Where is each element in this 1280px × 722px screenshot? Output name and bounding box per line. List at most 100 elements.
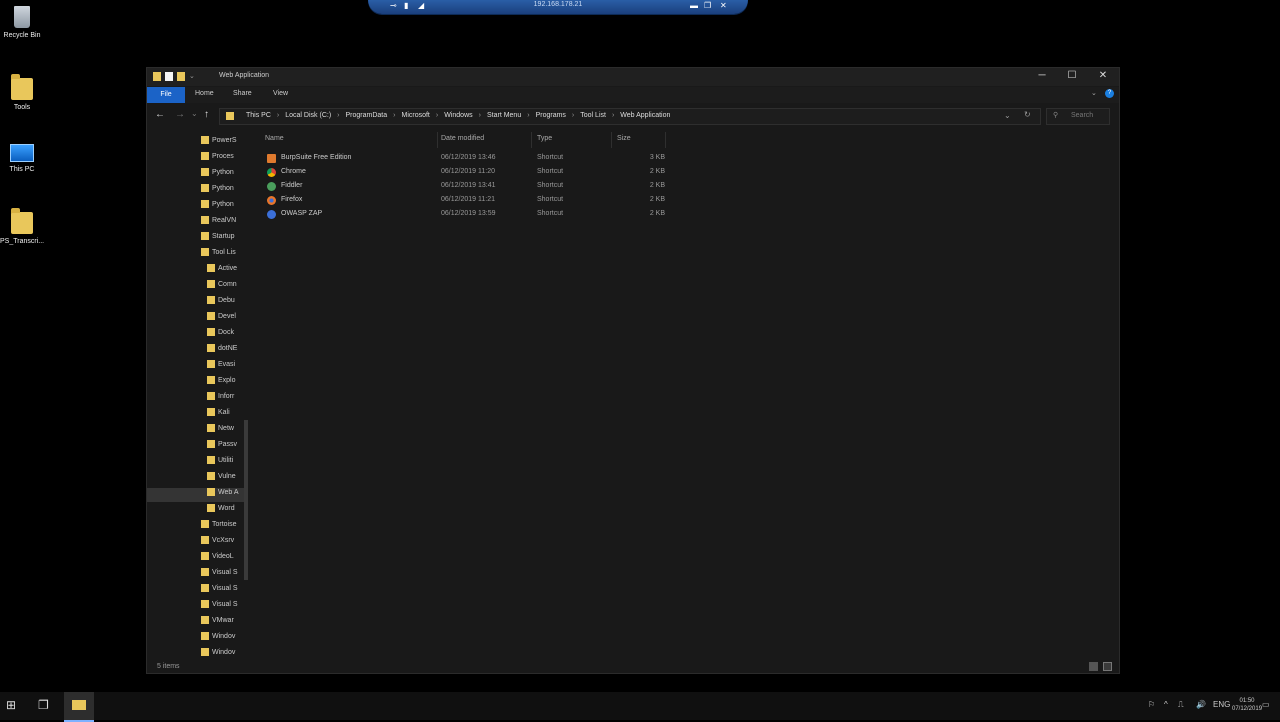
column-header-date-modified[interactable]: Date modified: [441, 135, 484, 142]
file-row[interactable]: Firefox 06/12/2019 11:21 Shortcut 2 KB: [267, 194, 667, 208]
tray-overflow-icon[interactable]: ^: [1164, 700, 1168, 709]
nav-tree-item[interactable]: Passv: [207, 440, 237, 454]
desktop-icon-ps-transcript[interactable]: PS_Transcri...: [0, 208, 44, 245]
nav-tree-item[interactable]: PowerS: [201, 136, 237, 150]
volume-icon[interactable]: 🔊: [1196, 700, 1206, 709]
nav-tree-item[interactable]: VcXsrv: [201, 536, 234, 550]
start-button[interactable]: ⊞: [6, 698, 16, 712]
maximize-button[interactable]: ☐: [1057, 70, 1087, 81]
new-folder-icon[interactable]: [177, 72, 185, 81]
nav-tree-item[interactable]: Debu: [207, 296, 235, 310]
minimize-button[interactable]: ─: [1027, 70, 1057, 81]
nav-tree-item[interactable]: Windov: [201, 648, 235, 660]
column-header-name[interactable]: Name: [265, 135, 284, 142]
large-icons-view-button[interactable]: [1103, 662, 1112, 671]
nav-tree-item[interactable]: Tortoise: [201, 520, 237, 534]
file-row[interactable]: BurpSuite Free Edition 06/12/2019 13:46 …: [267, 152, 667, 166]
nav-tree-item[interactable]: Proces: [201, 152, 234, 166]
nav-tree-item[interactable]: Windov: [201, 632, 235, 646]
tab-view[interactable]: View: [273, 90, 288, 97]
column-divider[interactable]: [437, 132, 438, 148]
file-name: Chrome: [281, 168, 306, 175]
network-icon[interactable]: ⎍: [1178, 700, 1184, 710]
nav-tree-item[interactable]: Word: [207, 504, 235, 518]
breadcrumb-web-application[interactable]: Web Application: [620, 112, 670, 119]
address-bar[interactable]: This PC › Local Disk (C:) › ProgramData › M…: [219, 108, 1041, 125]
breadcrumb-start-menu[interactable]: Start Menu: [487, 112, 521, 119]
nav-tree-item[interactable]: Active: [207, 264, 237, 278]
help-icon[interactable]: ?: [1105, 89, 1114, 98]
tab-home[interactable]: Home: [195, 90, 214, 97]
column-header-size[interactable]: Size: [617, 135, 631, 142]
nav-tree-item[interactable]: Web A: [147, 488, 247, 502]
nav-tree-item[interactable]: Python: [201, 168, 234, 182]
people-icon[interactable]: ⚐: [1148, 700, 1155, 709]
nav-tree-label: VcXsrv: [212, 536, 235, 544]
taskbar-file-explorer[interactable]: [64, 692, 94, 722]
column-divider[interactable]: [665, 132, 666, 148]
search-placeholder: Search: [1071, 112, 1094, 119]
column-header-type[interactable]: Type: [537, 135, 552, 142]
up-button[interactable]: ↑: [204, 109, 209, 120]
tab-file[interactable]: File: [147, 87, 185, 103]
nav-tree-item[interactable]: VMwar: [201, 616, 234, 630]
desktop-icon-this-pc[interactable]: This PC: [0, 144, 44, 173]
time: 01:50: [1239, 698, 1255, 704]
forward-button[interactable]: →: [175, 109, 185, 120]
nav-tree-item[interactable]: Visual S: [201, 584, 238, 598]
nav-tree-item[interactable]: Devel: [207, 312, 236, 326]
nav-tree-item[interactable]: Utiliti: [207, 456, 233, 470]
close-button[interactable]: ✕: [1088, 70, 1118, 81]
folder-icon: [201, 248, 209, 256]
file-row[interactable]: Chrome 06/12/2019 11:20 Shortcut 2 KB: [267, 166, 667, 180]
nav-tree-item[interactable]: Startup: [201, 232, 235, 246]
nav-tree-item[interactable]: Vulne: [207, 472, 236, 486]
nav-tree-item[interactable]: VideoL: [201, 552, 234, 566]
rdp-restore-button[interactable]: ❐: [704, 1, 711, 10]
nav-tree-item[interactable]: Netw: [207, 424, 234, 438]
column-divider[interactable]: [531, 132, 532, 148]
tab-share[interactable]: Share: [233, 90, 252, 97]
search-box[interactable]: ⚲ Search: [1046, 108, 1110, 125]
nav-tree-item[interactable]: Tool Lis: [201, 248, 236, 262]
properties-icon[interactable]: [165, 72, 173, 81]
file-row[interactable]: OWASP ZAP 06/12/2019 13:59 Shortcut 2 KB: [267, 208, 667, 222]
language-indicator[interactable]: ENG: [1213, 700, 1230, 709]
nav-tree-item[interactable]: Inforr: [207, 392, 234, 406]
details-view-button[interactable]: [1089, 662, 1098, 671]
nav-tree-item[interactable]: RealVN: [201, 216, 236, 230]
rdp-minimize-button[interactable]: ▬: [690, 1, 698, 10]
nav-tree-item[interactable]: Python: [201, 200, 234, 214]
refresh-button[interactable]: ↻: [1024, 110, 1031, 119]
breadcrumb-this-pc[interactable]: This PC: [246, 112, 271, 119]
nav-tree-item[interactable]: Kali: [207, 408, 230, 422]
address-dropdown-icon[interactable]: ⌄: [1004, 111, 1011, 120]
ribbon-expand-icon[interactable]: ⌄: [1091, 89, 1097, 97]
recent-locations-button[interactable]: ⌄: [191, 109, 198, 118]
file-row[interactable]: Fiddler 06/12/2019 13:41 Shortcut 2 KB: [267, 180, 667, 194]
breadcrumb-windows[interactable]: Windows: [444, 112, 472, 119]
navigation-scrollbar[interactable]: [244, 420, 248, 580]
rdp-close-button[interactable]: ✕: [720, 1, 727, 10]
breadcrumb-local-disk[interactable]: Local Disk (C:): [285, 112, 331, 119]
nav-tree-item[interactable]: Visual S: [201, 568, 238, 582]
nav-tree-item[interactable]: dotNE: [207, 344, 237, 358]
desktop-icon-recycle-bin[interactable]: Recycle Bin: [0, 6, 44, 39]
desktop-icon-tools[interactable]: Tools: [0, 74, 44, 111]
nav-tree-item[interactable]: Python: [201, 184, 234, 198]
nav-tree-item[interactable]: Evasi: [207, 360, 235, 374]
clock[interactable]: 01:50 07/12/2019: [1232, 697, 1262, 713]
back-button[interactable]: ←: [155, 109, 165, 120]
nav-tree-item[interactable]: Explo: [207, 376, 236, 390]
notifications-icon[interactable]: ▭: [1262, 700, 1270, 709]
breadcrumb-programdata[interactable]: ProgramData: [346, 112, 388, 119]
nav-tree-item[interactable]: Dock: [207, 328, 234, 342]
column-divider[interactable]: [611, 132, 612, 148]
task-view-button[interactable]: ❐: [38, 698, 49, 712]
breadcrumb-tool-list[interactable]: Tool List: [580, 112, 606, 119]
breadcrumb-programs[interactable]: Programs: [536, 112, 566, 119]
nav-tree-item[interactable]: Comn: [207, 280, 237, 294]
breadcrumb-microsoft[interactable]: Microsoft: [401, 112, 429, 119]
qat-dropdown-icon[interactable]: ⌄: [189, 72, 195, 81]
nav-tree-item[interactable]: Visual S: [201, 600, 238, 614]
